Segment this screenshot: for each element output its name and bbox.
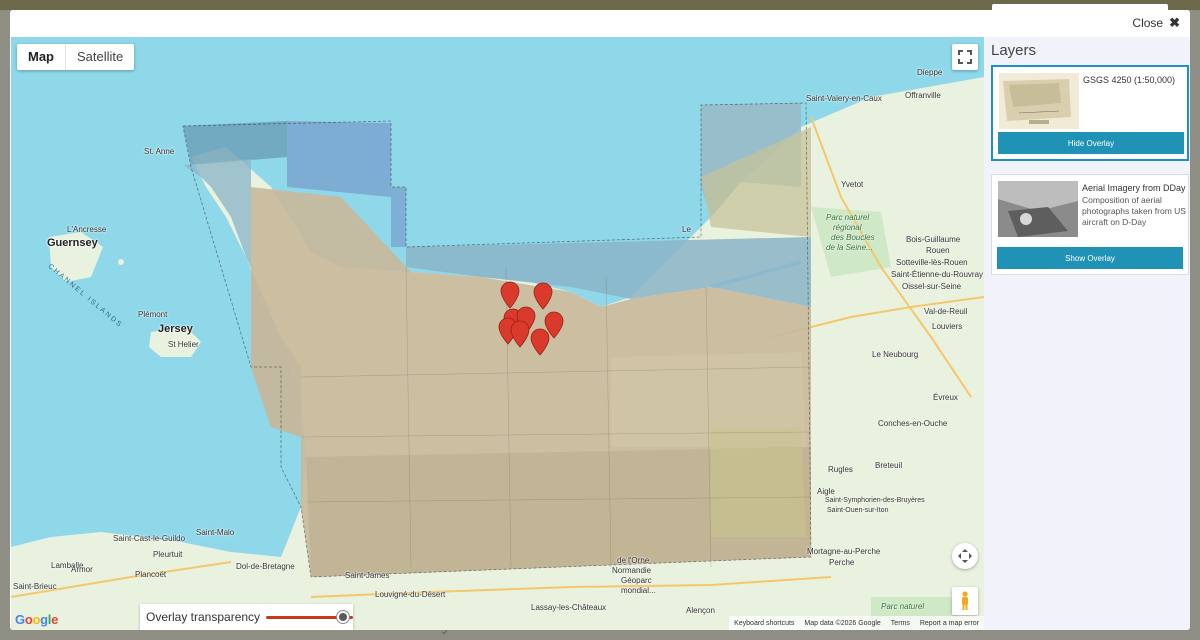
place-ancresse: L'Ancresse (67, 225, 107, 234)
place-parc-3: des Boucles (831, 233, 875, 242)
place-parc-1: Parc naturel (826, 213, 870, 222)
place-mondial: mondial... (621, 586, 656, 595)
map-data-text: Map data ©2026 Google (804, 619, 881, 627)
modal-header: Close ✖ (10, 10, 1190, 37)
place-oissel: Oissel-sur-Seine (902, 282, 962, 291)
place-plemont: Plémont (138, 310, 168, 319)
place-perche: Perche (829, 558, 855, 567)
place-breteuil: Breteuil (875, 461, 903, 470)
place-armor: Armor (71, 565, 93, 574)
keyboard-shortcuts-link[interactable]: Keyboard shortcuts (729, 620, 799, 627)
overlay-transparency-control: Overlay transparency (140, 604, 353, 630)
place-offranville: Offranville (905, 91, 941, 100)
close-label: Close (1132, 16, 1164, 30)
layer-thumbnail-aerial (998, 181, 1078, 237)
place-st-symphorien: Saint-Symphorien-des-Bruyères (825, 497, 925, 504)
place-parc-naturel: Parc naturel (881, 602, 925, 611)
place-de-lorne: de l'Orne (617, 556, 650, 565)
place-bois-guillaume: Bois-Guillaume (906, 235, 961, 244)
place-guernsey: Guernsey (47, 237, 98, 249)
overlay-transparency-label: Overlay transparency (146, 610, 261, 624)
place-dieppe: Dieppe (917, 68, 943, 77)
map-attribution: Keyboard shortcuts Map data ©2026 Google… (729, 616, 984, 630)
place-yvetot: Yvetot (841, 180, 864, 189)
camera-control-button[interactable] (952, 543, 978, 569)
move-icon (958, 549, 972, 563)
place-parc-2: régional (833, 223, 862, 232)
place-louviers: Louviers (932, 322, 963, 331)
place-st-brieuc: Saint-Brieuc (13, 582, 57, 591)
place-st-etienne: Saint-Étienne-du-Rouvray (891, 270, 984, 279)
layers-panel: Layers GSGS 4250 (1:50,000) Hide Overlay… (984, 37, 1190, 630)
place-le-havre: Le (682, 225, 691, 234)
place-louvigne: Louvigné-du-Désert (375, 590, 446, 599)
place-st-valery: Saint-Valery-en-Caux (806, 94, 882, 103)
place-st-malo: Saint-Malo (196, 528, 235, 537)
map-type-control: Map Satellite (17, 44, 135, 70)
layer-thumbnail-map (999, 73, 1079, 129)
place-saint-james: Saint-James (345, 571, 390, 580)
close-button[interactable]: Close ✖ (1132, 15, 1180, 31)
place-rugles: Rugles (828, 465, 853, 474)
place-val-de-reuil: Val-de-Reuil (924, 307, 968, 316)
place-rouen: Rouen (926, 246, 950, 255)
map-type-map[interactable]: Map (17, 44, 66, 70)
place-mortagne: Mortagne-au-Perche (807, 547, 881, 556)
fullscreen-icon (958, 50, 972, 64)
overlay-transparency-slider[interactable] (266, 610, 353, 624)
place-parc-4: de la Seine... (826, 243, 873, 252)
hide-overlay-button[interactable]: Hide Overlay (998, 132, 1184, 154)
layer-card-gsgs[interactable]: GSGS 4250 (1:50,000) Hide Overlay (991, 65, 1189, 161)
place-jersey: Jersey (158, 323, 193, 335)
place-plancoet: Plancoët (135, 570, 167, 579)
place-st-cast: Saint-Cast-le-Guildo (113, 534, 186, 543)
layer-card-aerial[interactable]: Aerial Imagery from DDay Composition of … (991, 174, 1189, 275)
slider-thumb[interactable] (337, 611, 350, 623)
islet (118, 259, 124, 265)
place-st-ouen: Saint-Ouen-sur-Iton (827, 507, 889, 514)
layer-title: Aerial Imagery from DDay (1082, 183, 1186, 193)
terms-link[interactable]: Terms (886, 620, 915, 627)
layer-title: GSGS 4250 (1:50,000) (1083, 75, 1176, 85)
close-icon: ✖ (1169, 15, 1180, 30)
fullscreen-button[interactable] (952, 44, 978, 70)
map-type-satellite[interactable]: Satellite (66, 44, 134, 70)
place-st-anne: St. Anne (144, 147, 175, 156)
place-evreux: Évreux (933, 393, 958, 402)
street-view-button[interactable] (952, 587, 978, 615)
gsgs-overlay (182, 102, 812, 578)
map-modal: Close ✖ Guernsey Jersey L'Ancresse St. A… (10, 10, 1190, 630)
place-conches: Conches-en-Ouche (878, 419, 948, 428)
place-dol: Dol-de-Bretagne (236, 562, 295, 571)
layers-title: Layers (991, 42, 1037, 59)
place-st-helier: St Helier (168, 340, 199, 349)
pegman-icon (962, 591, 968, 610)
place-alencon: Alençon (686, 606, 715, 615)
place-lassay: Lassay-les-Châteaux (531, 603, 607, 612)
place-pleurtuit: Pleurtuit (153, 550, 183, 559)
report-map-error-link[interactable]: Report a map error (915, 620, 984, 627)
map-canvas[interactable]: Guernsey Jersey L'Ancresse St. Anne St H… (11, 37, 984, 630)
place-sotteville: Sotteville-lès-Rouen (896, 258, 968, 267)
google-logo[interactable]: Google (15, 612, 58, 627)
place-le-neubourg: Le Neubourg (872, 350, 919, 359)
layer-description: Composition of aerial photographs taken … (1082, 195, 1186, 227)
place-aigle: Aigle (817, 487, 835, 496)
place-normandie: Normandie (612, 566, 652, 575)
place-geoparc: Géoparc (621, 576, 652, 585)
show-overlay-button[interactable]: Show Overlay (997, 247, 1183, 269)
